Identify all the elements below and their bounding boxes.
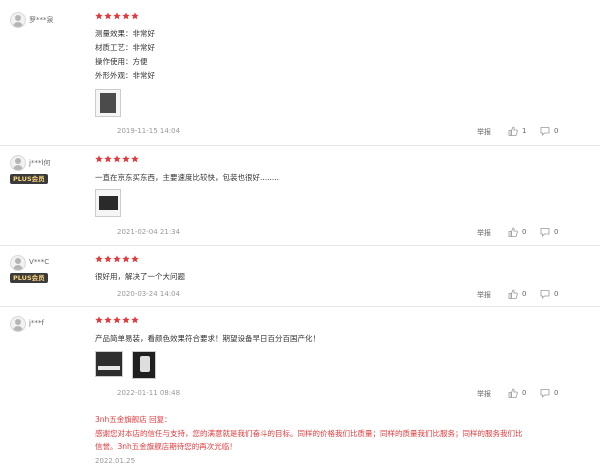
star-icon — [104, 12, 112, 20]
review-item: j***f 产品简单易装，看颜色效果符合要求！期望设备早日百分百国产化！ 202… — [0, 307, 600, 471]
thumbs-up-icon — [508, 227, 518, 237]
review-date: 2020-03-24 14:04 — [117, 290, 181, 298]
like-count: 1 — [522, 127, 527, 135]
comment-icon — [540, 127, 550, 136]
star-icon — [122, 316, 130, 324]
comment-count: 0 — [554, 389, 559, 397]
comment-button[interactable]: 0 — [540, 227, 558, 237]
seller-reply-text: 感谢您对本店的信任与支持，您的满意就是我们奋斗的目标。同样的价格我们比质量；同样… — [95, 429, 523, 438]
rating-stars — [95, 255, 139, 263]
avatar[interactable] — [10, 12, 26, 28]
seller-reply-header: 3nh五金旗舰店 回复： — [95, 415, 172, 424]
review-date: 2022-01-11 08:48 — [117, 389, 181, 397]
user-name: 罗***泉 — [29, 16, 54, 24]
review-text-line: 测量效果：非常好 — [95, 29, 155, 38]
thumbs-up-icon — [508, 126, 518, 136]
star-icon — [113, 316, 121, 324]
review-text-line: 产品简单易装，看颜色效果符合要求！期望设备早日百分百国产化！ — [95, 334, 320, 343]
star-icon — [113, 155, 121, 163]
star-icon — [131, 12, 139, 20]
like-count: 0 — [522, 290, 527, 298]
comment-button[interactable]: 0 — [540, 126, 558, 136]
star-icon — [122, 255, 130, 263]
review-text-line: 外形外观：非常好 — [95, 71, 155, 80]
star-icon — [131, 155, 139, 163]
review-photo-thumbnail[interactable] — [95, 89, 121, 117]
review-date: 2019-11-15 14:04 — [117, 127, 181, 135]
comment-icon — [540, 228, 550, 237]
avatar[interactable] — [10, 255, 26, 271]
review-item: j***l何 PLUS会员 一直在京东买东西，主要速度比较快，包装也很好....… — [0, 146, 600, 245]
like-button[interactable]: 0 — [508, 289, 526, 299]
thumbs-up-icon — [508, 289, 518, 299]
report-link[interactable]: 举报 — [477, 389, 491, 399]
like-button[interactable]: 0 — [508, 227, 526, 237]
review-photo-thumbnail[interactable] — [132, 351, 156, 379]
user-name: j***f — [29, 319, 44, 327]
review-photo-thumbnail[interactable] — [95, 351, 123, 377]
comment-button[interactable]: 0 — [540, 388, 558, 398]
seller-reply-date: 2022.01.25 — [95, 457, 136, 465]
review-item: V***C PLUS会员 很好用，解决了一个大问题 2020-03-24 14:… — [0, 246, 600, 306]
like-button[interactable]: 0 — [508, 388, 526, 398]
review-text-line: 操作使用：方便 — [95, 57, 148, 66]
star-icon — [113, 255, 121, 263]
review-text-line: 材质工艺：非常好 — [95, 43, 155, 52]
comment-count: 0 — [554, 127, 559, 135]
star-icon — [95, 255, 103, 263]
avatar[interactable] — [10, 155, 26, 171]
user-name: j***l何 — [29, 159, 51, 167]
star-icon — [131, 255, 139, 263]
seller-reply-text: 信誉。3nh五金旗舰店期待您的再次光临！ — [95, 442, 237, 451]
comment-count: 0 — [554, 228, 559, 236]
star-icon — [113, 12, 121, 20]
like-count: 0 — [522, 389, 527, 397]
star-icon — [104, 255, 112, 263]
review-text-line: 很好用，解决了一个大问题 — [95, 272, 185, 281]
comment-count: 0 — [554, 290, 559, 298]
star-icon — [122, 12, 130, 20]
comment-icon — [540, 290, 550, 299]
review-photo-thumbnail[interactable] — [95, 189, 121, 217]
review-item: 罗***泉 测量效果：非常好 材质工艺：非常好 操作使用：方便 外形外观：非常好… — [0, 0, 600, 146]
like-count: 0 — [522, 228, 527, 236]
report-link[interactable]: 举报 — [477, 228, 491, 238]
report-link[interactable]: 举报 — [477, 127, 491, 137]
star-icon — [131, 316, 139, 324]
plus-member-badge: PLUS会员 — [10, 273, 48, 283]
star-icon — [95, 316, 103, 324]
star-icon — [104, 155, 112, 163]
rating-stars — [95, 155, 139, 163]
review-text-line: 一直在京东买东西，主要速度比较快，包装也很好........ — [95, 173, 280, 182]
report-link[interactable]: 举报 — [477, 290, 491, 300]
comment-icon — [540, 389, 550, 398]
user-name: V***C — [29, 258, 50, 266]
star-icon — [122, 155, 130, 163]
star-icon — [95, 12, 103, 20]
star-icon — [104, 316, 112, 324]
avatar[interactable] — [10, 316, 26, 332]
comment-button[interactable]: 0 — [540, 289, 558, 299]
like-button[interactable]: 1 — [508, 126, 526, 136]
star-icon — [95, 155, 103, 163]
thumbs-up-icon — [508, 388, 518, 398]
plus-member-badge: PLUS会员 — [10, 174, 48, 184]
rating-stars — [95, 316, 139, 324]
review-date: 2021-02-04 21:34 — [117, 228, 181, 236]
rating-stars — [95, 12, 139, 20]
